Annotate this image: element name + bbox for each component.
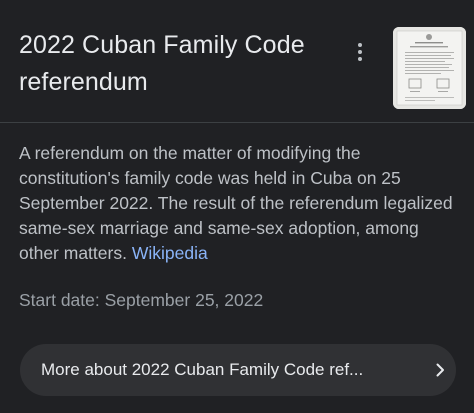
- wikipedia-link[interactable]: Wikipedia: [132, 243, 208, 263]
- more-about-label: More about 2022 Cuban Family Code ref...: [41, 360, 364, 379]
- start-date-value: September 25, 2022: [104, 290, 264, 310]
- start-date-label: Start date:: [19, 290, 100, 310]
- title-line-1: 2022 Cuban Family Code: [19, 31, 305, 59]
- panel-header: 2022 Cuban Family Code referendum: [0, 0, 474, 122]
- title-line-2: referendum: [19, 68, 148, 96]
- chevron-right-icon: [436, 363, 444, 377]
- description-text: A referendum on the matter of modifying …: [19, 141, 459, 266]
- section-divider: [0, 122, 474, 123]
- more-vert-icon[interactable]: [348, 40, 372, 64]
- document-thumbnail[interactable]: [393, 27, 466, 109]
- start-date-fact: Start date: September 25, 2022: [19, 288, 263, 313]
- more-about-button[interactable]: More about 2022 Cuban Family Code ref...: [20, 344, 456, 396]
- knowledge-panel-card: 2022 Cuban Family Code referendum A refe…: [0, 0, 474, 413]
- document-scan-image: [393, 27, 466, 109]
- panel-title: 2022 Cuban Family Code referendum: [19, 27, 339, 101]
- description-body: A referendum on the matter of modifying …: [19, 143, 453, 263]
